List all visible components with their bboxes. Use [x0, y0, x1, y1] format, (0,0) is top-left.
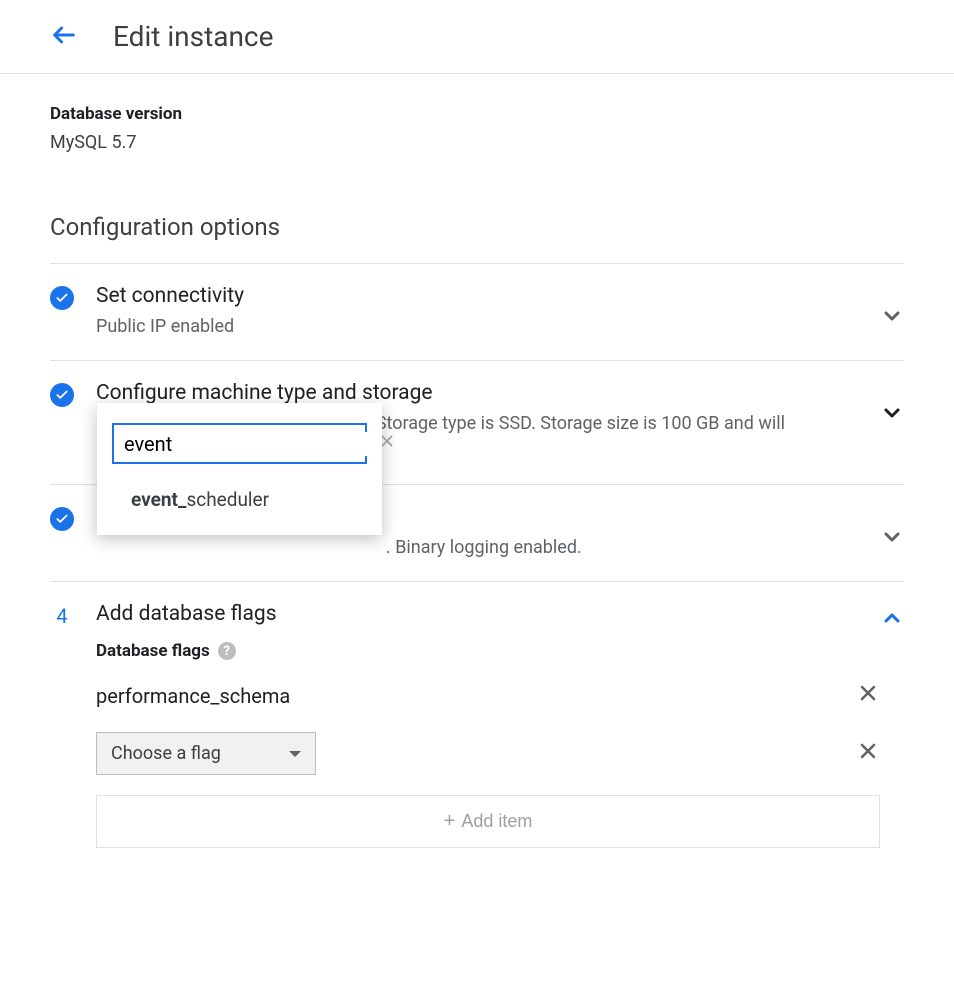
section-machine-type[interactable]: Configure machine type and storage Machi… [50, 361, 904, 485]
choose-flag-dropdown[interactable]: Choose a flag [96, 732, 316, 775]
check-circle-icon [50, 286, 74, 310]
autocomplete-popup: event_scheduler [97, 403, 382, 535]
add-item-label: Add item [461, 811, 532, 832]
section-backup-subtitle: . Binary logging enabled. [96, 534, 880, 561]
section-flags-title: Add database flags [96, 602, 880, 626]
flag-row-performance-schema: performance_schema [96, 679, 880, 712]
check-circle-icon [50, 507, 74, 531]
chevron-down-icon[interactable] [880, 304, 904, 332]
caret-down-icon [289, 751, 301, 757]
db-version-value: MySQL 5.7 [50, 132, 904, 153]
page-header: Edit instance [0, 0, 954, 74]
autocomplete-input-container [112, 423, 367, 464]
section-database-flags: 4 Add database flags Database flags ? pe… [50, 582, 904, 868]
remove-flag-icon[interactable] [856, 737, 880, 770]
page-title: Edit instance [113, 20, 273, 53]
section-connectivity-title: Set connectivity [96, 284, 880, 308]
remove-flag-icon[interactable] [856, 679, 880, 712]
section-machine-title: Configure machine type and storage [96, 381, 880, 405]
flag-row-choose: Choose a flag [96, 732, 880, 775]
back-arrow-icon[interactable] [50, 21, 78, 53]
flags-label: Database flags [96, 641, 210, 661]
flag-name: performance_schema [96, 684, 290, 708]
flag-search-input[interactable] [124, 432, 378, 456]
check-circle-icon [50, 383, 74, 407]
plus-icon: + [444, 810, 456, 833]
config-options-title: Configuration options [50, 213, 904, 241]
section-connectivity[interactable]: Set connectivity Public IP enabled [50, 264, 904, 361]
chevron-down-icon[interactable] [880, 525, 904, 553]
chevron-up-icon[interactable] [880, 606, 904, 634]
autocomplete-suggestion[interactable]: event_scheduler [97, 474, 382, 525]
add-item-button[interactable]: + Add item [96, 795, 880, 848]
section-connectivity-subtitle: Public IP enabled [96, 313, 880, 340]
suggestion-rest: scheduler [186, 488, 269, 511]
dropdown-label: Choose a flag [111, 743, 221, 764]
chevron-down-icon[interactable] [880, 401, 904, 429]
db-version-label: Database version [50, 104, 904, 124]
suggestion-match: event_ [131, 488, 186, 511]
help-icon[interactable]: ? [218, 642, 236, 660]
clear-input-icon[interactable] [378, 431, 396, 456]
step-number: 4 [50, 604, 74, 628]
